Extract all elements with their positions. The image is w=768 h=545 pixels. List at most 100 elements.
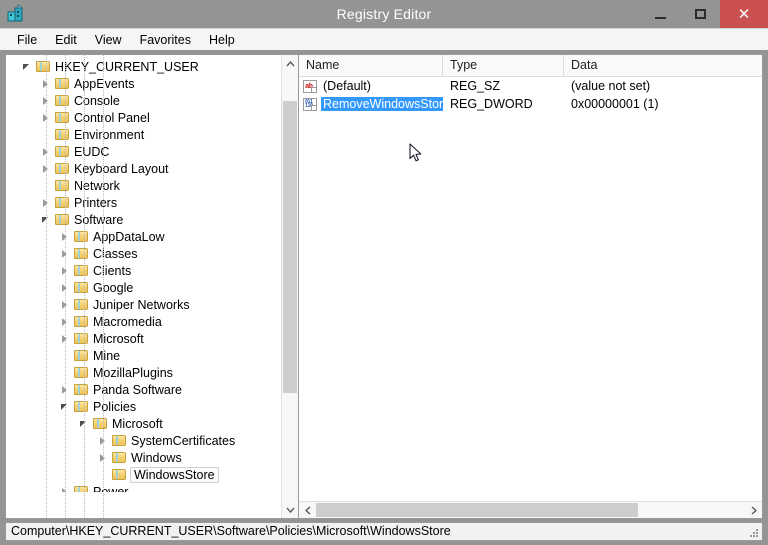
registry-tree: HKEY_CURRENT_USER AppEvents Console Control… (6, 55, 281, 492)
tree-node[interactable]: Microsoft (6, 415, 281, 432)
menu-help[interactable]: Help (200, 30, 244, 50)
menu-favorites[interactable]: Favorites (131, 30, 200, 50)
tree-node-label: Windows (131, 450, 182, 465)
tree-node-label: Keyboard Layout (74, 161, 169, 176)
folder-icon (112, 468, 127, 481)
tree-node-label: SystemCertificates (131, 433, 236, 448)
tree-node-label: Juniper Networks (93, 297, 190, 312)
value-row[interactable]: ab (Default) REG_SZ (value not set) (299, 77, 762, 95)
minimize-button[interactable] (640, 0, 680, 28)
menu-edit[interactable]: Edit (46, 30, 86, 50)
tree-node-clipped[interactable]: Power (6, 483, 281, 492)
tree-node[interactable]: Printers (6, 194, 281, 211)
collapse-chevron-icon[interactable] (58, 398, 74, 415)
tree-leaf-connector (39, 177, 55, 194)
status-bar-area: Computer\HKEY_CURRENT_USER\Software\Poli… (0, 519, 768, 545)
expand-chevron-icon[interactable] (39, 109, 55, 126)
tree-node[interactable]: Windows (6, 449, 281, 466)
menu-view[interactable]: View (86, 30, 131, 50)
folder-icon (36, 60, 51, 73)
tree-node[interactable]: HKEY_CURRENT_USER (6, 58, 281, 75)
folder-icon (55, 111, 70, 124)
expand-chevron-icon[interactable] (58, 296, 74, 313)
expand-chevron-icon[interactable] (58, 262, 74, 279)
expand-chevron-icon[interactable] (39, 143, 55, 160)
collapse-chevron-icon[interactable] (39, 211, 55, 228)
expand-chevron-icon[interactable] (96, 449, 112, 466)
tree-guide-line (103, 55, 104, 518)
expand-chevron-icon[interactable] (58, 381, 74, 398)
folder-icon (74, 315, 89, 328)
tree-leaf-connector (96, 466, 112, 483)
tree-node[interactable]: Microsoft (6, 330, 281, 347)
expand-chevron-icon[interactable] (96, 432, 112, 449)
tree-node[interactable]: SystemCertificates (6, 432, 281, 449)
tree-node[interactable]: Macromedia (6, 313, 281, 330)
tree-scroll-thumb[interactable] (283, 100, 297, 393)
value-name-cell: 011 110 RemoveWindowsStore (299, 97, 443, 111)
folder-icon (74, 383, 89, 396)
folder-icon (55, 162, 70, 175)
close-button[interactable]: ✕ (720, 0, 768, 28)
menu-file[interactable]: File (8, 30, 46, 50)
resize-grip[interactable] (748, 527, 760, 539)
expand-chevron-icon[interactable] (58, 245, 74, 262)
tree-node[interactable]: Console (6, 92, 281, 109)
tree-node[interactable]: Environment (6, 126, 281, 143)
expand-chevron-icon[interactable] (39, 75, 55, 92)
tree-node[interactable]: Google (6, 279, 281, 296)
tree-node[interactable]: Policies (6, 398, 281, 415)
expand-chevron-icon[interactable] (58, 313, 74, 330)
expand-chevron-icon[interactable] (58, 279, 74, 296)
tree-node[interactable]: MozillaPlugins (6, 364, 281, 381)
value-name: RemoveWindowsStore (321, 97, 443, 111)
tree-node[interactable]: Network (6, 177, 281, 194)
mouse-cursor (409, 143, 423, 168)
list-scroll-thumb[interactable] (316, 503, 639, 517)
tree-node[interactable]: WindowsStore (6, 466, 281, 483)
tree-node[interactable]: Keyboard Layout (6, 160, 281, 177)
column-header-type[interactable]: Type (443, 55, 564, 76)
tree-node[interactable]: Classes (6, 245, 281, 262)
column-header-name[interactable]: Name (299, 55, 443, 76)
tree-node[interactable]: EUDC (6, 143, 281, 160)
scroll-down-icon[interactable] (282, 501, 298, 518)
registry-editor-window: Registry Editor ✕ File Edit View Favorit… (0, 0, 768, 545)
scroll-up-icon[interactable] (282, 55, 298, 72)
list-horizontal-scrollbar[interactable] (299, 501, 762, 518)
tree-node[interactable]: Software (6, 211, 281, 228)
tree-node[interactable]: Juniper Networks (6, 296, 281, 313)
collapse-chevron-icon[interactable] (77, 415, 93, 432)
status-bar: Computer\HKEY_CURRENT_USER\Software\Poli… (5, 522, 763, 541)
tree-node-partial[interactable]: Power (6, 483, 281, 492)
tree-vertical-scrollbar[interactable] (281, 55, 298, 518)
maximize-button[interactable] (680, 0, 720, 28)
expand-chevron-icon[interactable] (58, 483, 74, 492)
folder-icon (112, 451, 127, 464)
tree-node[interactable]: Panda Software (6, 381, 281, 398)
tree-node[interactable]: AppDataLow (6, 228, 281, 245)
tree-leaf-connector (39, 126, 55, 143)
tree-node[interactable]: Control Panel (6, 109, 281, 126)
tree-node-label: Microsoft (112, 416, 163, 431)
expand-chevron-icon[interactable] (58, 228, 74, 245)
expand-chevron-icon[interactable] (39, 92, 55, 109)
tree-node[interactable]: Clients (6, 262, 281, 279)
folder-icon (55, 179, 70, 192)
value-row[interactable]: 011 110 RemoveWindowsStore REG_DWORD 0x00000… (299, 95, 762, 113)
expand-chevron-icon[interactable] (39, 160, 55, 177)
collapse-chevron-icon[interactable] (20, 58, 36, 75)
expand-chevron-icon[interactable] (58, 330, 74, 347)
tree-node[interactable]: AppEvents (6, 75, 281, 92)
tree-node[interactable]: Mine (6, 347, 281, 364)
scroll-right-icon[interactable] (745, 502, 762, 518)
expand-chevron-icon[interactable] (39, 194, 55, 211)
scroll-left-icon[interactable] (299, 502, 316, 518)
column-header-data[interactable]: Data (564, 55, 762, 76)
